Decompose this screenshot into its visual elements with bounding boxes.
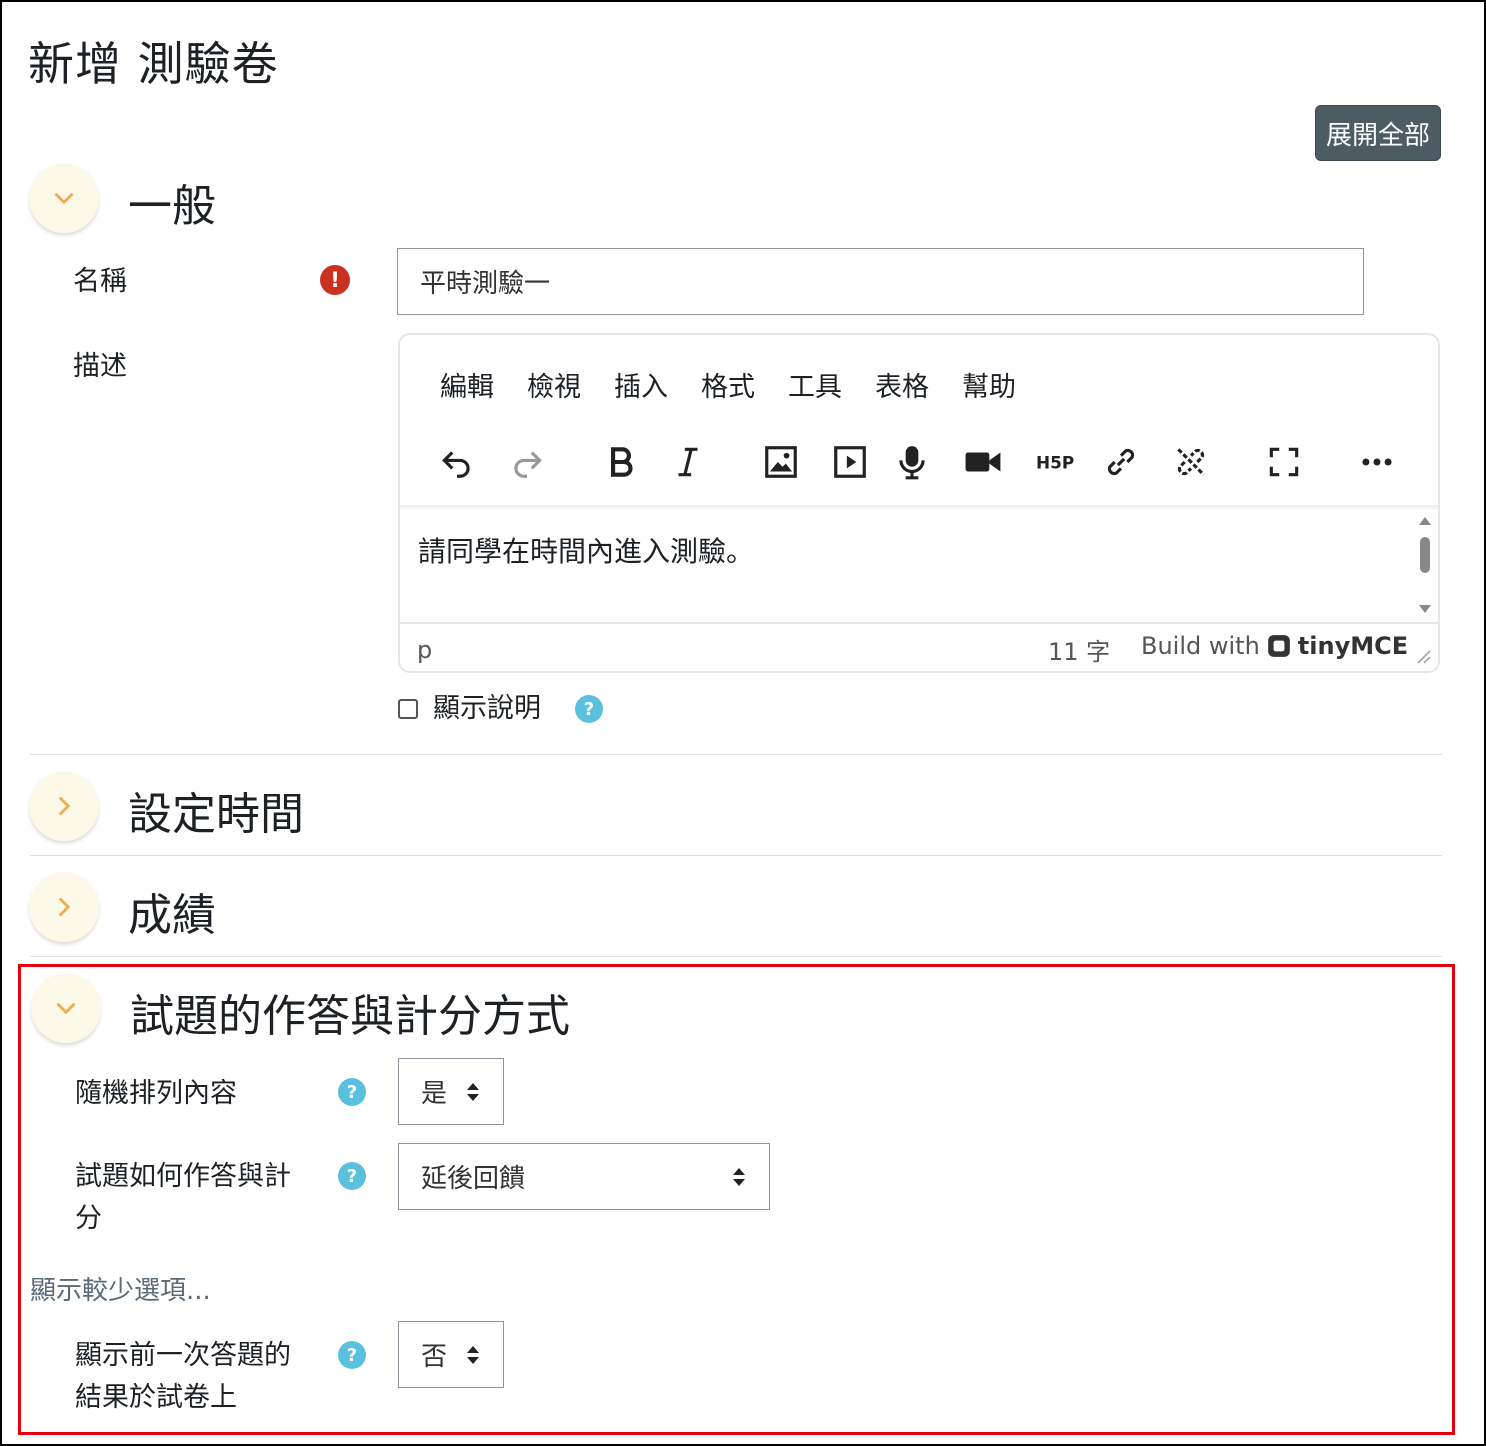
name-label: 名稱 — [73, 266, 127, 297]
required-icon: ! — [320, 265, 350, 295]
description-editor[interactable]: 編輯 檢視 插入 格式 工具 表格 幫助 H5P 請同學在時間內進入測驗。 p … — [398, 333, 1440, 673]
section-grade-toggle[interactable] — [29, 872, 99, 942]
name-input[interactable]: 平時測驗一 — [397, 248, 1364, 315]
section-divider — [30, 956, 1442, 957]
shuffle-selected-value: 是 — [421, 1079, 448, 1109]
tinymce-brand: tinyMCE — [1297, 632, 1409, 660]
section-divider — [30, 855, 1442, 856]
each-attempt-label: 顯示前一次答題的 — [75, 1340, 291, 1371]
link-icon[interactable] — [1096, 437, 1146, 487]
select-arrows-icon — [467, 1345, 479, 1364]
tinymce-branding[interactable]: Build with tinyMCE — [1141, 632, 1408, 660]
section-general-toggle[interactable] — [29, 163, 99, 233]
section-timing-title: 設定時間 — [128, 789, 304, 840]
section-grade-title: 成績 — [128, 890, 216, 941]
section-general-title: 一般 — [128, 181, 216, 232]
microphone-icon[interactable] — [887, 437, 937, 487]
fullscreen-icon[interactable] — [1259, 437, 1309, 487]
menu-view[interactable]: 檢視 — [527, 365, 581, 404]
each-attempt-selected-value: 否 — [421, 1342, 448, 1372]
editor-content[interactable]: 請同學在時間內進入測驗。 — [418, 530, 754, 570]
select-arrows-icon — [733, 1167, 745, 1186]
menu-format[interactable]: 格式 — [701, 365, 755, 404]
more-icon[interactable] — [1352, 437, 1402, 487]
how-behave-label-line2: 分 — [75, 1203, 102, 1234]
chevron-right-icon — [58, 897, 71, 917]
menu-insert[interactable]: 插入 — [614, 365, 668, 404]
chevron-down-icon — [54, 192, 74, 205]
help-icon[interactable]: ? — [338, 1341, 366, 1369]
how-behave-selected-value: 延後回饋 — [421, 1164, 526, 1194]
section-divider — [30, 754, 1442, 755]
build-with-text: Build with — [1141, 632, 1260, 660]
redo-icon[interactable] — [502, 437, 552, 487]
resize-handle-icon[interactable] — [1414, 647, 1432, 665]
show-description-checkbox[interactable] — [398, 699, 418, 719]
shuffle-label: 隨機排列內容 — [75, 1078, 237, 1109]
menu-table[interactable]: 表格 — [875, 365, 929, 404]
editor-toolbar: H5P — [400, 425, 1438, 505]
video-camera-icon[interactable] — [958, 437, 1008, 487]
toolbar-shadow — [400, 505, 1438, 511]
section-question-behaviour-toggle[interactable] — [31, 973, 101, 1043]
help-icon[interactable]: ? — [575, 695, 603, 723]
each-attempt-label-line2: 結果於試卷上 — [75, 1382, 237, 1413]
editor-statusbar: p 11 字 Build with tinyMCE — [400, 622, 1438, 671]
element-path[interactable]: p — [417, 636, 432, 664]
show-description-label: 顯示說明 — [433, 693, 541, 724]
tinymce-logo-icon — [1267, 635, 1290, 657]
shuffle-select[interactable]: 是 — [398, 1058, 504, 1125]
how-behave-label: 試題如何作答與計 — [75, 1161, 291, 1192]
show-less-link[interactable]: 顯示較少選項... — [30, 1270, 211, 1307]
menu-tools[interactable]: 工具 — [788, 365, 842, 404]
media-icon[interactable] — [825, 437, 875, 487]
word-count[interactable]: 11 字 — [1048, 632, 1110, 667]
help-icon[interactable]: ? — [338, 1162, 366, 1190]
help-icon[interactable]: ? — [338, 1078, 366, 1106]
expand-all-button[interactable]: 展開全部 — [1315, 105, 1441, 161]
unlink-icon[interactable] — [1166, 437, 1216, 487]
svg-text:H5P: H5P — [1036, 452, 1074, 472]
h5p-icon[interactable]: H5P — [1030, 437, 1080, 487]
italic-icon[interactable] — [663, 437, 713, 487]
bold-icon[interactable] — [596, 437, 646, 487]
editor-scrollbar[interactable] — [1416, 513, 1434, 621]
editor-menubar: 編輯 檢視 插入 格式 工具 表格 幫助 — [440, 365, 1016, 404]
section-question-behaviour-title: 試題的作答與計分方式 — [130, 991, 570, 1042]
select-arrows-icon — [467, 1082, 479, 1101]
image-icon[interactable] — [756, 437, 806, 487]
chevron-down-icon — [56, 1002, 76, 1015]
page-title: 新增 測驗卷 — [28, 37, 279, 91]
undo-icon[interactable] — [432, 437, 482, 487]
each-attempt-select[interactable]: 否 — [398, 1321, 504, 1388]
how-behave-select[interactable]: 延後回饋 — [398, 1143, 770, 1210]
chevron-right-icon — [58, 796, 71, 816]
description-label: 描述 — [73, 351, 127, 382]
menu-help[interactable]: 幫助 — [962, 365, 1016, 404]
menu-edit[interactable]: 編輯 — [440, 365, 494, 404]
section-timing-toggle[interactable] — [29, 771, 99, 841]
